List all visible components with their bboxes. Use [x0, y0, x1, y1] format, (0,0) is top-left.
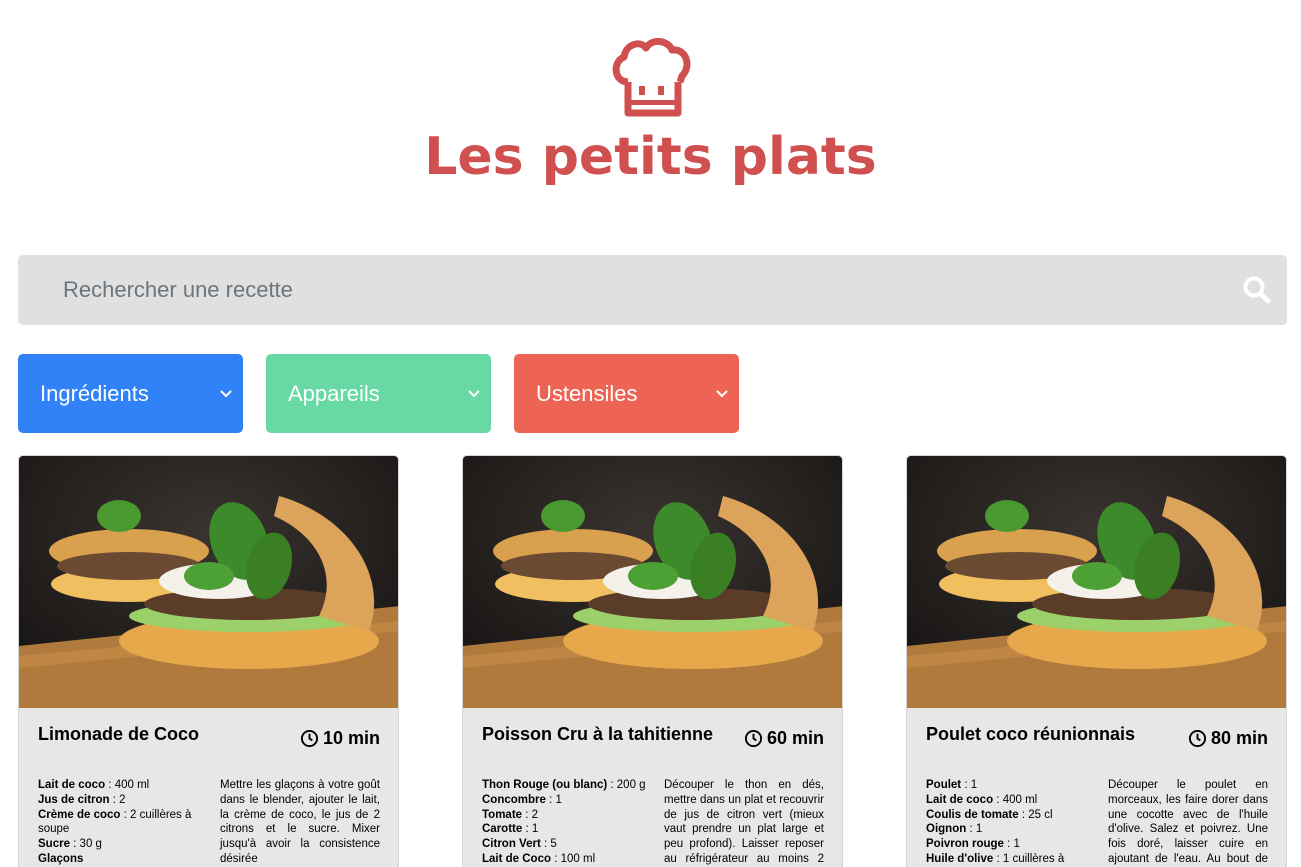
search-button[interactable] — [1227, 255, 1287, 325]
recipe-description: Découper le poulet en morceaux, les fair… — [1108, 779, 1268, 865]
recipe-card[interactable]: Poulet coco réunionnais 80 min Poulet : … — [906, 455, 1287, 867]
ingredient-item: Lait de coco : 400 ml — [38, 778, 202, 793]
ingredient-qty: : 2 — [522, 808, 539, 821]
ingredient-qty: : 1 — [966, 823, 983, 836]
filter-label: Ustensiles — [536, 380, 638, 406]
recipe-card[interactable]: Limonade de Coco 10 min Lait de coco : 4… — [18, 455, 399, 867]
recipe-grid: Limonade de Coco 10 min Lait de coco : 4… — [18, 455, 1287, 867]
ingredient-name: Glaçons — [38, 852, 84, 865]
ingredient-item: Carotte : 1 — [482, 822, 646, 837]
ingredient-item: Oignon : 1 — [926, 822, 1090, 837]
search-icon — [1243, 276, 1271, 304]
ingredient-name: Citron Vert — [482, 838, 541, 851]
recipe-image — [907, 456, 1286, 708]
ingredient-name: Tomate — [482, 808, 523, 821]
ingredient-qty: : 400 ml — [993, 793, 1038, 806]
chef-hat-icon — [612, 38, 690, 117]
search-bar — [18, 255, 1287, 325]
recipe-title: Poisson Cru à la tahitienne — [482, 724, 714, 744]
ingredient-item: Tomate : 2 — [482, 808, 646, 823]
site-header: Les petits plats — [0, 38, 1301, 188]
ingredients-list: Poulet : 1 Lait de coco : 400 ml Coulis … — [926, 778, 1090, 867]
ingredient-qty: : 1 — [522, 823, 539, 836]
recipe-description: Découper le thon en dés, mettre dans un … — [664, 779, 824, 865]
ingredient-item: Crème de coco : 2 cuillères à soupe — [38, 808, 202, 838]
ingredient-name: Poivron rouge — [926, 838, 1004, 851]
ingredient-name: Carotte — [482, 823, 523, 836]
recipe-image — [463, 456, 842, 708]
filter-ustensiles-dropdown[interactable]: Ustensiles — [514, 354, 739, 433]
ingredient-name: Coulis de tomate — [926, 808, 1019, 821]
ingredient-item: Glaçons — [38, 852, 202, 867]
ingredient-name: Sucre — [38, 838, 70, 851]
recipe-title: Poulet coco réunionnais — [926, 724, 1136, 744]
ingredients-list: Lait de coco : 400 ml Jus de citron : 2 … — [38, 778, 202, 867]
chevron-down-icon — [468, 389, 480, 397]
chevron-down-icon — [716, 389, 728, 397]
recipe-description: Mettre les glaçons à votre goût dans le … — [220, 779, 380, 865]
ingredient-qty: : 200 g — [607, 779, 646, 791]
search-input[interactable] — [18, 255, 1227, 325]
ingredient-qty: : 1 — [961, 779, 978, 791]
chevron-down-icon — [220, 389, 232, 397]
ingredient-qty: : 25 cl — [1018, 808, 1053, 821]
recipe-time: 80 min — [1188, 728, 1268, 749]
ingredient-item: Concombre : 1 — [482, 793, 646, 808]
ingredient-name: Lait de coco — [38, 779, 106, 791]
ingredient-item: Thon Rouge (ou blanc) : 200 g — [482, 778, 646, 793]
ingredient-name: Thon Rouge (ou blanc) — [482, 779, 608, 791]
ingredients-list: Thon Rouge (ou blanc) : 200 g Concombre … — [482, 778, 646, 867]
ingredient-item: Poulet : 1 — [926, 778, 1090, 793]
ingredient-item: Huile d'olive : 1 cuillères à soupe — [926, 852, 1090, 867]
filter-label: Ingrédients — [40, 380, 149, 406]
ingredient-item: Sucre : 30 g — [38, 837, 202, 852]
recipe-time-label: 80 min — [1210, 728, 1268, 748]
ingredient-name: Oignon — [926, 823, 967, 836]
clock-icon — [744, 729, 763, 748]
ingredient-name: Lait de Coco — [482, 852, 552, 865]
recipe-time: 10 min — [300, 728, 380, 749]
ingredient-name: Crème de coco — [38, 808, 121, 821]
filter-label: Appareils — [288, 380, 380, 406]
ingredient-qty: : 30 g — [69, 838, 102, 851]
ingredient-item: Coulis de tomate : 25 cl — [926, 808, 1090, 823]
ingredient-name: Huile d'olive — [926, 852, 994, 865]
recipe-time-label: 60 min — [766, 728, 824, 748]
clock-icon — [300, 729, 319, 748]
ingredient-name: Jus de citron — [38, 793, 110, 806]
filter-appareils-dropdown[interactable]: Appareils — [266, 354, 491, 433]
brand-title: Les petits plats — [424, 127, 877, 187]
ingredient-item: Citron Vert : 5 — [482, 837, 646, 852]
ingredient-name: Poulet — [926, 779, 962, 791]
recipe-time: 60 min — [744, 728, 824, 749]
ingredient-qty: : 1 — [1003, 838, 1020, 851]
recipe-image — [19, 456, 398, 708]
ingredient-name: Lait de coco — [926, 793, 994, 806]
ingredient-item: Lait de Coco : 100 ml — [482, 852, 646, 867]
recipe-title: Limonade de Coco — [38, 724, 200, 744]
clock-icon — [1188, 729, 1207, 748]
ingredient-qty: : 100 ml — [551, 852, 596, 865]
ingredient-item: Poivron rouge : 1 — [926, 837, 1090, 852]
ingredient-item: Lait de coco : 400 ml — [926, 793, 1090, 808]
ingredient-item: Jus de citron : 2 — [38, 793, 202, 808]
ingredient-qty: : 1 — [545, 793, 562, 806]
ingredient-qty: : 2 — [109, 793, 126, 806]
recipe-time-label: 10 min — [322, 728, 380, 748]
ingredient-name: Concombre — [482, 793, 546, 806]
ingredient-qty: : 400 ml — [105, 779, 150, 791]
filter-bar: Ingrédients Appareils Ustensiles — [18, 354, 739, 433]
recipe-card[interactable]: Poisson Cru à la tahitienne 60 min Thon … — [462, 455, 843, 867]
filter-ingredients-dropdown[interactable]: Ingrédients — [18, 354, 243, 433]
ingredient-qty: : 5 — [540, 838, 557, 851]
